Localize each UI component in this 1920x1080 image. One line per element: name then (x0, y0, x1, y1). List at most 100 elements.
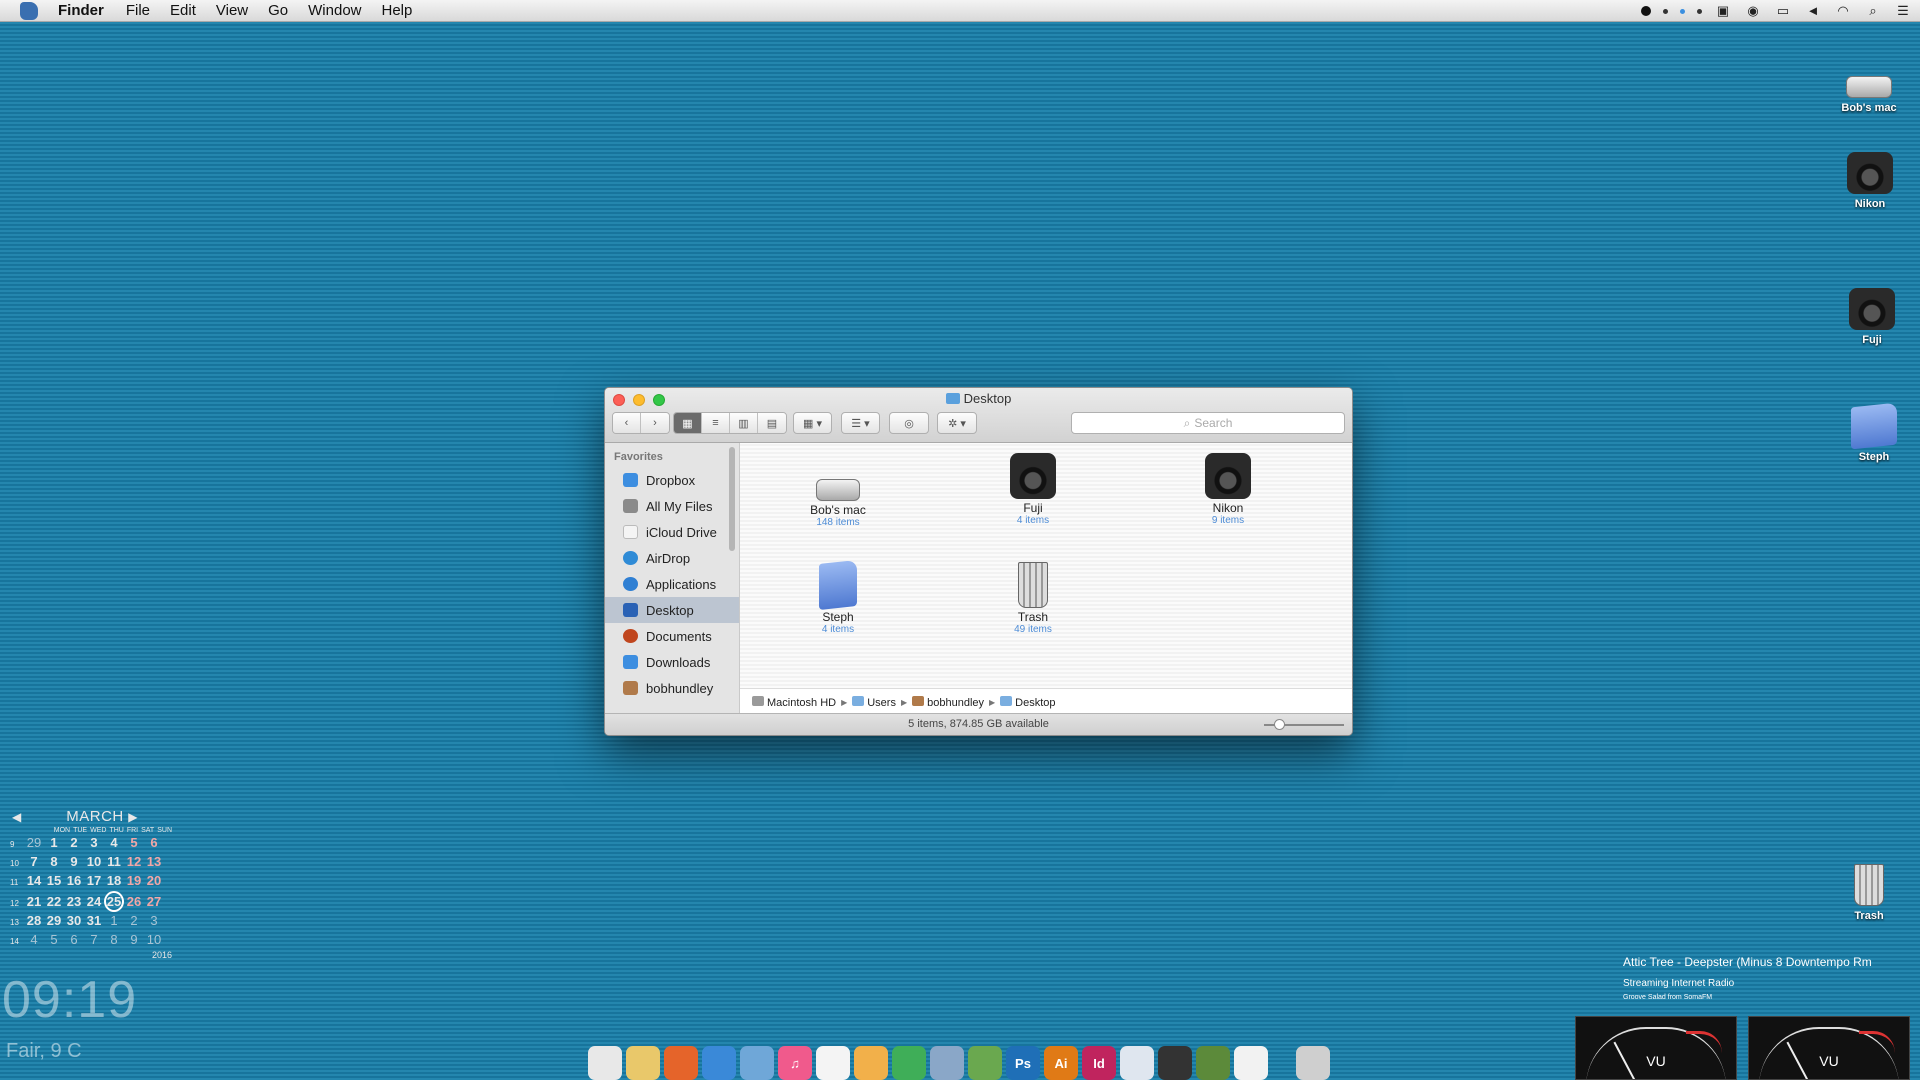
calendar-day[interactable]: 29 (24, 834, 44, 851)
photoshop-icon[interactable]: Ps (1006, 1046, 1040, 1080)
path-item-bobhundley[interactable]: bobhundley (912, 695, 984, 709)
back-button[interactable]: ‹ (613, 413, 641, 433)
finder-window-icon[interactable] (1120, 1046, 1154, 1080)
calendar-day[interactable]: 14 (24, 872, 44, 889)
calendar-day[interactable]: 4 (24, 931, 44, 948)
calendar-day[interactable]: 6 (144, 834, 164, 851)
safari-icon[interactable] (702, 1046, 736, 1080)
menu-edit[interactable]: Edit (160, 0, 206, 22)
forward-button[interactable]: › (641, 413, 669, 433)
minecraft-icon[interactable] (1196, 1046, 1230, 1080)
calendar-day[interactable]: 18 (104, 872, 124, 889)
calendar-day[interactable]: 17 (84, 872, 104, 889)
cover-flow-button[interactable]: ▤ (758, 413, 786, 433)
calendar-day[interactable]: 3 (144, 912, 164, 929)
desktop-icon-nikon[interactable]: Nikon (1825, 152, 1915, 210)
tree-icon[interactable] (968, 1046, 1002, 1080)
pages-icon[interactable] (854, 1046, 888, 1080)
calendar-day[interactable]: 9 (124, 931, 144, 948)
spotlight-search-icon[interactable]: ⌕ (1864, 4, 1882, 18)
paperclip-icon[interactable] (930, 1046, 964, 1080)
sidebar-item-icloud-drive[interactable]: iCloud Drive (605, 519, 739, 545)
calendar-day[interactable]: 13 (144, 853, 164, 870)
calendar-day[interactable]: 10 (84, 853, 104, 870)
sidebar-scrollbar[interactable] (729, 447, 735, 551)
palette-icon[interactable] (626, 1046, 660, 1080)
menu-window[interactable]: Window (298, 0, 371, 22)
sidebar-item-documents[interactable]: Documents (605, 623, 739, 649)
search-input[interactable]: ⌕ Search (1071, 412, 1345, 434)
file-item-fuji[interactable]: Fuji 4 items (978, 453, 1088, 526)
menu-view[interactable]: View (206, 0, 258, 22)
calendar-day[interactable]: 23 (64, 893, 84, 910)
illustrator-icon[interactable]: Ai (1044, 1046, 1078, 1080)
sidebar-item-dropbox[interactable]: Dropbox (605, 467, 739, 493)
action-gear-button[interactable]: ✲ ▾ (937, 412, 977, 434)
calendar-day[interactable]: 8 (44, 853, 64, 870)
sidebar-item-downloads[interactable]: Downloads (605, 649, 739, 675)
desktop-icon-steph[interactable]: Steph (1829, 402, 1919, 463)
apple-menu-icon[interactable] (20, 1, 38, 20)
calendar-day[interactable]: 11 (104, 853, 124, 870)
arrange-button[interactable]: ▦ ▾ (793, 412, 832, 434)
calendar-day[interactable]: 10 (144, 931, 164, 948)
terminal-icon[interactable]: ▣ (1714, 4, 1732, 18)
itunes-icon[interactable]: ♫ (778, 1046, 812, 1080)
calendar-day[interactable]: 15 (44, 872, 64, 889)
calendar-day[interactable]: 19 (124, 872, 144, 889)
notification-center-icon[interactable]: ☰ (1894, 4, 1912, 18)
path-item-users[interactable]: Users (852, 695, 896, 709)
textedit-icon[interactable] (816, 1046, 850, 1080)
eye-icon[interactable]: ◉ (1744, 4, 1762, 18)
clock-icon[interactable] (1234, 1046, 1268, 1080)
next-month-icon[interactable]: ▶ (128, 810, 138, 824)
calendar-day[interactable]: 7 (84, 931, 104, 948)
menu-go[interactable]: Go (258, 0, 298, 22)
sidebar-item-airdrop[interactable]: AirDrop (605, 545, 739, 571)
desktop-icon-fuji[interactable]: Fuji (1827, 288, 1917, 346)
calendar-day[interactable]: 16 (64, 872, 84, 889)
slider-handle[interactable] (1274, 719, 1285, 730)
menu-app-finder[interactable]: Finder (52, 0, 116, 22)
file-item-bobs-mac[interactable]: Bob's mac 148 items (783, 461, 893, 528)
calendar-day[interactable]: 12 (124, 853, 144, 870)
path-item-desktop[interactable]: Desktop (1000, 695, 1056, 709)
sort-button[interactable]: ☰ ▾ (841, 412, 880, 434)
calendar-day[interactable]: 7 (24, 853, 44, 870)
file-item-trash[interactable]: Trash 49 items (978, 562, 1088, 635)
calendar-day[interactable]: 20 (144, 872, 164, 889)
prev-month-icon[interactable]: ◀ (12, 810, 22, 824)
calendar-day[interactable]: 29 (44, 912, 64, 929)
menu-extra-icon[interactable] (1697, 8, 1702, 14)
calendar-day[interactable]: 26 (124, 893, 144, 910)
menu-extra-icon[interactable] (1663, 8, 1668, 14)
sidebar-item-bobhundley[interactable]: bobhundley (605, 675, 739, 701)
calendar-day[interactable]: 5 (124, 834, 144, 851)
stormtrooper-icon[interactable] (588, 1046, 622, 1080)
icon-view-button[interactable]: ▦ (674, 413, 702, 433)
file-item-steph[interactable]: Steph 4 items (783, 560, 893, 635)
desktop-icon-trash[interactable]: Trash (1824, 864, 1914, 922)
column-view-button[interactable]: ▥ (730, 413, 758, 433)
calendar-day[interactable]: 28 (24, 912, 44, 929)
calendar-day[interactable]: 6 (64, 931, 84, 948)
sidebar-item-all-my-files[interactable]: All My Files (605, 493, 739, 519)
calendar-day[interactable]: 22 (44, 893, 64, 910)
numbers-icon[interactable] (892, 1046, 926, 1080)
list-view-button[interactable]: ≡ (702, 413, 730, 433)
calendar-day[interactable]: 5 (44, 931, 64, 948)
calendar-day[interactable]: 24 (84, 893, 104, 910)
record-icon[interactable] (1641, 6, 1651, 16)
calendar-day[interactable]: 30 (64, 912, 84, 929)
volume-icon[interactable]: ◄ (1804, 4, 1822, 18)
calendar-day[interactable]: 3 (84, 834, 104, 851)
calendar-day[interactable]: 2 (124, 912, 144, 929)
firefox-icon[interactable] (664, 1046, 698, 1080)
sidebar-item-desktop[interactable]: Desktop (605, 597, 739, 623)
desktop-icon-bobs-mac[interactable]: Bob's mac (1824, 58, 1914, 114)
calendar-day[interactable]: 9 (64, 853, 84, 870)
trash-icon[interactable] (1296, 1046, 1330, 1080)
calendar-day[interactable]: 31 (84, 912, 104, 929)
menu-help[interactable]: Help (372, 0, 423, 22)
indesign-icon[interactable]: Id (1082, 1046, 1116, 1080)
